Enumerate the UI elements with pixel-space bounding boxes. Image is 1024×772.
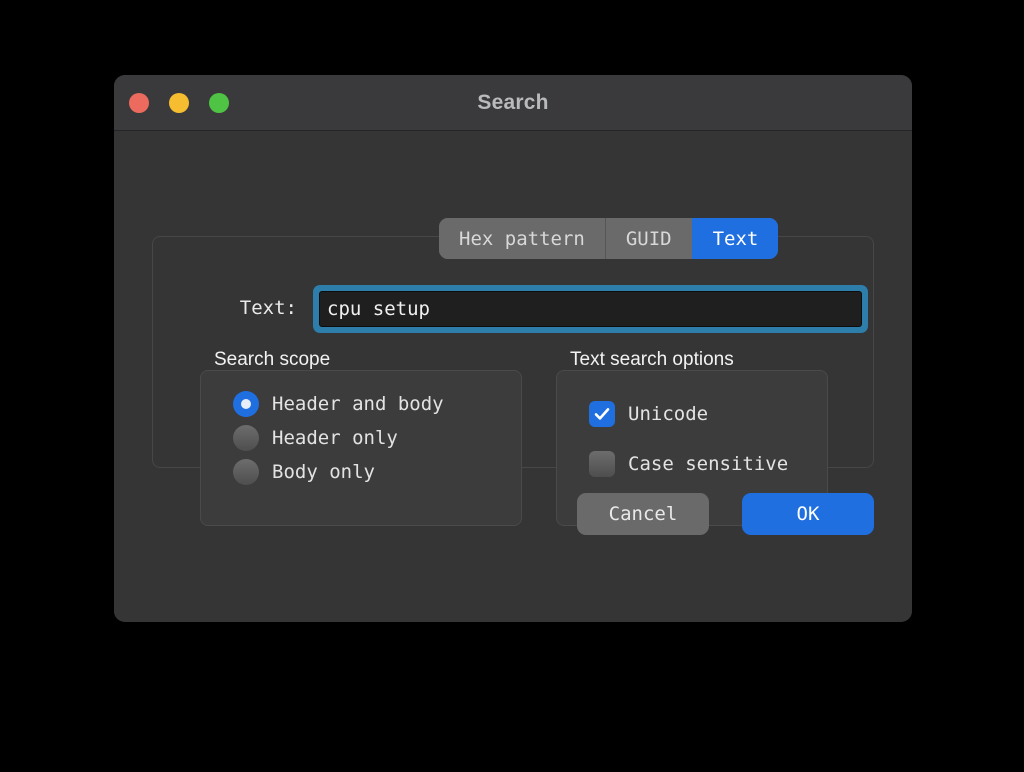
checkbox-unchecked-icon — [589, 451, 615, 477]
checkbox-case-sensitive[interactable]: Case sensitive — [589, 451, 788, 477]
radio-header-only[interactable]: Header only — [233, 425, 398, 451]
text-field-label: Text: — [239, 297, 297, 319]
radio-header-only-label: Header only — [272, 427, 398, 449]
dialog-footer: Cancel OK — [577, 493, 874, 535]
search-mode-tabs: Hex pattern GUID Text — [439, 218, 779, 259]
search-scope-groupbox: Header and body Header only Body only — [200, 370, 522, 526]
text-field-focus-ring — [313, 285, 868, 333]
checkbox-unicode[interactable]: Unicode — [589, 401, 708, 427]
radio-unselected-icon — [233, 425, 259, 451]
radio-unselected-icon — [233, 459, 259, 485]
tab-guid[interactable]: GUID — [604, 218, 692, 259]
checkbox-checked-icon — [589, 401, 615, 427]
radio-header-and-body[interactable]: Header and body — [233, 391, 444, 417]
checkbox-unicode-label: Unicode — [628, 403, 709, 425]
search-scope-title: Search scope — [214, 349, 331, 370]
window-titlebar: Search — [114, 75, 912, 131]
search-dialog-window: Search Hex pattern GUID Text Text: cpu s… — [114, 75, 912, 622]
radio-header-and-body-label: Header and body — [272, 393, 444, 415]
window-body: Hex pattern GUID Text Text: Search scope — [114, 131, 912, 621]
ok-button[interactable]: OK — [742, 493, 874, 535]
text-search-options-title: Text search options — [570, 349, 734, 370]
search-text-input[interactable] — [319, 291, 862, 327]
window-title: Search — [477, 91, 549, 114]
checkbox-case-sensitive-label: Case sensitive — [628, 453, 789, 475]
radio-selected-icon — [233, 391, 259, 417]
tab-text[interactable]: Text — [691, 218, 779, 259]
text-field-row: Text: — [153, 285, 873, 333]
radio-body-only-label: Body only — [272, 461, 375, 483]
tab-hex-pattern[interactable]: Hex pattern — [439, 218, 605, 259]
search-form-panel: Text: Search scope Header and body Heade… — [152, 236, 874, 526]
cancel-button[interactable]: Cancel — [577, 493, 709, 535]
radio-body-only[interactable]: Body only — [233, 459, 375, 485]
screen: Search Hex pattern GUID Text Text: cpu s… — [0, 0, 1024, 772]
